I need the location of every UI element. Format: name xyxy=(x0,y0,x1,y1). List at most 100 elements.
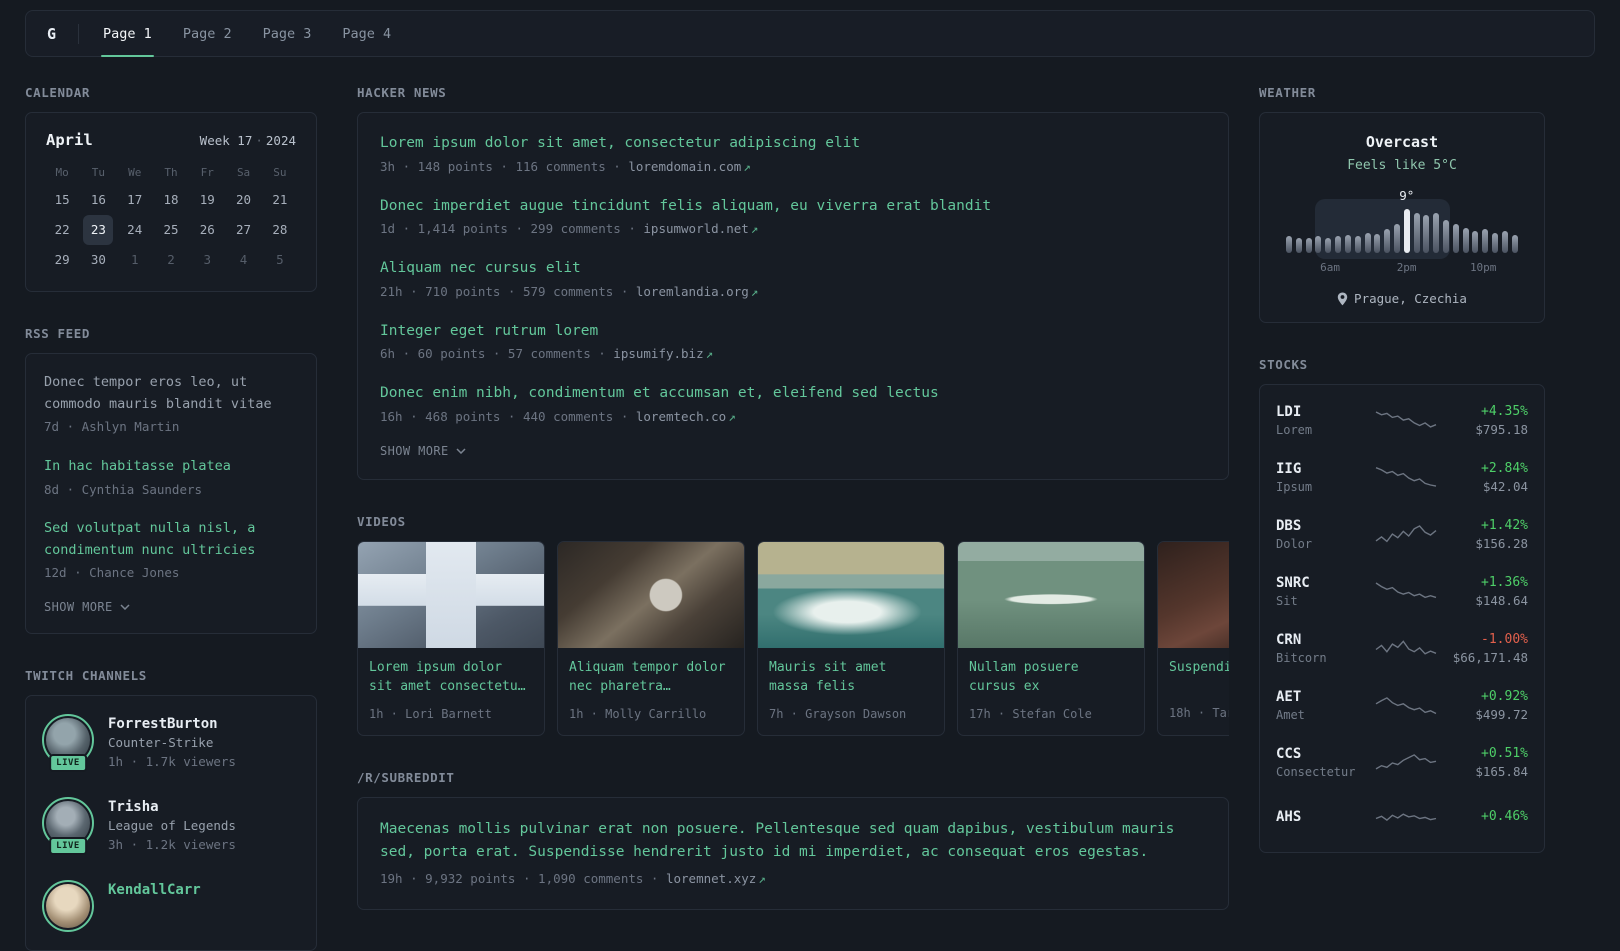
story-title-link[interactable]: Donec enim nibh, condimentum et accumsan… xyxy=(380,383,1206,405)
calendar-day: 22 xyxy=(54,222,70,237)
channel-avatar xyxy=(42,879,94,932)
calendar-day: 16 xyxy=(90,192,106,207)
calendar-card: April Week 17 · 2024 Mo Tu We Th Fr Sa S… xyxy=(25,112,317,292)
video-card[interactable]: Lorem ipsum dolor sit amet consectetu… 1… xyxy=(357,540,545,736)
rss-item-meta: 12d · Chance Jones xyxy=(44,565,180,581)
video-card[interactable]: Aliquam tempor dolor nec pharetra… 1h · … xyxy=(557,540,745,736)
story-domain-link[interactable]: ipsumify.biz xyxy=(613,346,703,361)
stock-sparkline xyxy=(1372,463,1440,493)
video-thumbnail[interactable] xyxy=(1158,541,1229,648)
left-column: CALENDAR April Week 17 · 2024 Mo Tu We T… xyxy=(25,85,317,951)
rss-item-link[interactable]: Donec tempor eros leo, ut commodo mauris… xyxy=(44,372,298,415)
location-pin-icon xyxy=(1337,292,1348,305)
hackernews-item: Lorem ipsum dolor sit amet, consectetur … xyxy=(380,133,1206,177)
video-card-body: Lorem ipsum dolor sit amet consectetu… 1… xyxy=(358,648,544,735)
calendar-section-title: CALENDAR xyxy=(25,85,91,100)
video-meta: 18h · Tara xyxy=(1169,705,1229,720)
story-title-link[interactable]: Lorem ipsum dolor sit amet, consectetur … xyxy=(380,133,1206,155)
video-thumbnail[interactable] xyxy=(358,541,544,648)
page-tab[interactable]: Page 3 xyxy=(261,11,314,56)
page-tab-label: Page 4 xyxy=(342,25,392,42)
external-link-icon: ↗ xyxy=(728,408,736,424)
post-domain-link[interactable]: loremnet.xyz xyxy=(666,871,756,886)
story-stats: 16h · 468 points · 440 comments · xyxy=(380,408,636,424)
story-domain-link[interactable]: loremdomain.com xyxy=(628,159,741,174)
stock-values: +1.36% $148.64 xyxy=(1440,575,1528,608)
stock-symbol: SNRC xyxy=(1276,575,1310,591)
stock-values: +0.46% xyxy=(1440,809,1528,827)
story-domain-link[interactable]: loremlandia.org xyxy=(636,284,749,299)
page-tab[interactable]: Page 1 xyxy=(101,11,154,57)
channel-name-link[interactable]: Trisha xyxy=(108,799,236,815)
story-meta: 3h · 148 points · 116 comments · loremdo… xyxy=(380,158,1206,177)
post-title-link[interactable]: Maecenas mollis pulvinar erat non posuer… xyxy=(380,818,1206,864)
calendar-day: 3 xyxy=(203,252,212,267)
video-thumbnail[interactable] xyxy=(958,541,1144,648)
stock-symbol: DBS xyxy=(1276,518,1302,534)
hackernews-show-more-button[interactable]: SHOW MORE xyxy=(380,444,466,458)
subreddit-section-title: /R/SUBREDDIT xyxy=(357,769,455,785)
hackernews-card: Lorem ipsum dolor sit amet, consectetur … xyxy=(357,112,1229,480)
video-title-link[interactable]: Nullam posuere cursus ex xyxy=(969,658,1133,697)
video-row: Lorem ipsum dolor sit amet consectetu… 1… xyxy=(357,540,1229,736)
stock-name: Lorem xyxy=(1276,423,1313,437)
post-stats: 19h · 9,932 points · 1,090 comments · xyxy=(380,870,666,886)
stock-price: $42.04 xyxy=(1482,479,1528,494)
weather-bar-chart: 9° xyxy=(1286,188,1518,259)
channel-info: Trisha League of Legends 3h · 1.2k viewe… xyxy=(108,799,236,855)
stock-symbol: AHS xyxy=(1276,808,1302,825)
stock-sparkline xyxy=(1372,406,1440,436)
video-meta: 7h · Grayson Dawson xyxy=(769,706,907,721)
page-tab[interactable]: Page 2 xyxy=(181,11,234,56)
sparkline-chart xyxy=(1375,410,1437,428)
hackernews-widget: HACKER NEWS Lorem ipsum dolor sit amet, … xyxy=(357,85,1229,480)
stock-values: +2.84% $42.04 xyxy=(1440,461,1528,494)
rss-item-link[interactable]: Sed volutpat nulla nisl, a condimentum n… xyxy=(44,518,298,561)
calendar-day: 24 xyxy=(127,222,143,237)
twitch-channel-item[interactable]: LIVE Trisha League of Legends 3h · 1.2k … xyxy=(42,796,298,855)
video-thumbnail[interactable] xyxy=(758,541,944,648)
calendar-day: 23 xyxy=(83,215,114,245)
video-title-link[interactable]: Aliquam tempor dolor nec pharetra… xyxy=(569,658,733,697)
stock-name: Amet xyxy=(1276,708,1305,722)
weekday-label: Sa xyxy=(236,166,251,179)
twitch-channel-item[interactable]: LIVE ForrestBurton Counter-Strike 1h · 1… xyxy=(42,714,298,773)
story-domain-link[interactable]: loremtech.co xyxy=(636,409,726,424)
rss-list: Donec tempor eros leo, ut commodo mauris… xyxy=(44,372,298,583)
channel-name-link[interactable]: KendallCarr xyxy=(108,882,201,898)
video-card[interactable]: Nullam posuere cursus ex 17h · Stefan Co… xyxy=(957,540,1145,736)
channel-viewers: 3h · 1.2k viewers xyxy=(108,836,236,852)
rss-section-title: RSS FEED xyxy=(25,326,91,341)
twitch-channel-item[interactable]: KendallCarr xyxy=(42,879,298,932)
chevron-down-icon xyxy=(456,447,466,454)
video-title-link[interactable]: Lorem ipsum dolor sit amet consectetu… xyxy=(369,658,533,697)
calendar-widget: CALENDAR April Week 17 · 2024 Mo Tu We T… xyxy=(25,85,317,292)
story-domain-link[interactable]: ipsumworld.net xyxy=(643,221,748,236)
stock-symbol: CRN xyxy=(1276,632,1302,648)
stock-sparkline xyxy=(1372,634,1440,664)
video-card[interactable]: Suspendisse diam 18h · Tara xyxy=(1157,540,1229,736)
rss-show-more-button[interactable]: SHOW MORE xyxy=(44,600,130,614)
story-title-link[interactable]: Donec imperdiet augue tincidunt felis al… xyxy=(380,196,1206,218)
calendar-days-grid: 15 16 17 18 19 20 21 22 23 24 25 26 27 2… xyxy=(44,185,298,275)
external-link-icon: ↗ xyxy=(750,283,759,299)
subreddit-card: Maecenas mollis pulvinar erat non posuer… xyxy=(357,796,1229,910)
sparkline-chart xyxy=(1375,696,1437,714)
weather-widget: WEATHER Overcast Feels like 5°C 9° 6am 2… xyxy=(1259,85,1545,323)
app-logo[interactable]: G xyxy=(47,25,56,43)
stock-row: LDI Lorem +4.35% $795.18 xyxy=(1276,392,1528,449)
story-title-link[interactable]: Integer eget rutrum lorem xyxy=(380,321,1206,343)
story-title-link[interactable]: Aliquam nec cursus elit xyxy=(380,258,1206,280)
video-title-link[interactable]: Suspendisse diam xyxy=(1169,658,1229,696)
calendar-day: 15 xyxy=(54,192,70,207)
video-title-link[interactable]: Mauris sit amet massa felis xyxy=(769,658,933,697)
video-card[interactable]: Mauris sit amet massa felis 7h · Grayson… xyxy=(757,540,945,736)
stock-price: $148.64 xyxy=(1475,593,1528,608)
dashboard: CALENDAR April Week 17 · 2024 Mo Tu We T… xyxy=(25,85,1595,951)
page-tab[interactable]: Page 4 xyxy=(340,11,393,56)
story-stats: 3h · 148 points · 116 comments · xyxy=(380,158,629,174)
rss-item-link[interactable]: In hac habitasse platea xyxy=(44,456,298,478)
video-thumbnail[interactable] xyxy=(558,541,744,648)
weekday-label: Su xyxy=(273,166,287,179)
channel-name-link[interactable]: ForrestBurton xyxy=(108,716,236,732)
